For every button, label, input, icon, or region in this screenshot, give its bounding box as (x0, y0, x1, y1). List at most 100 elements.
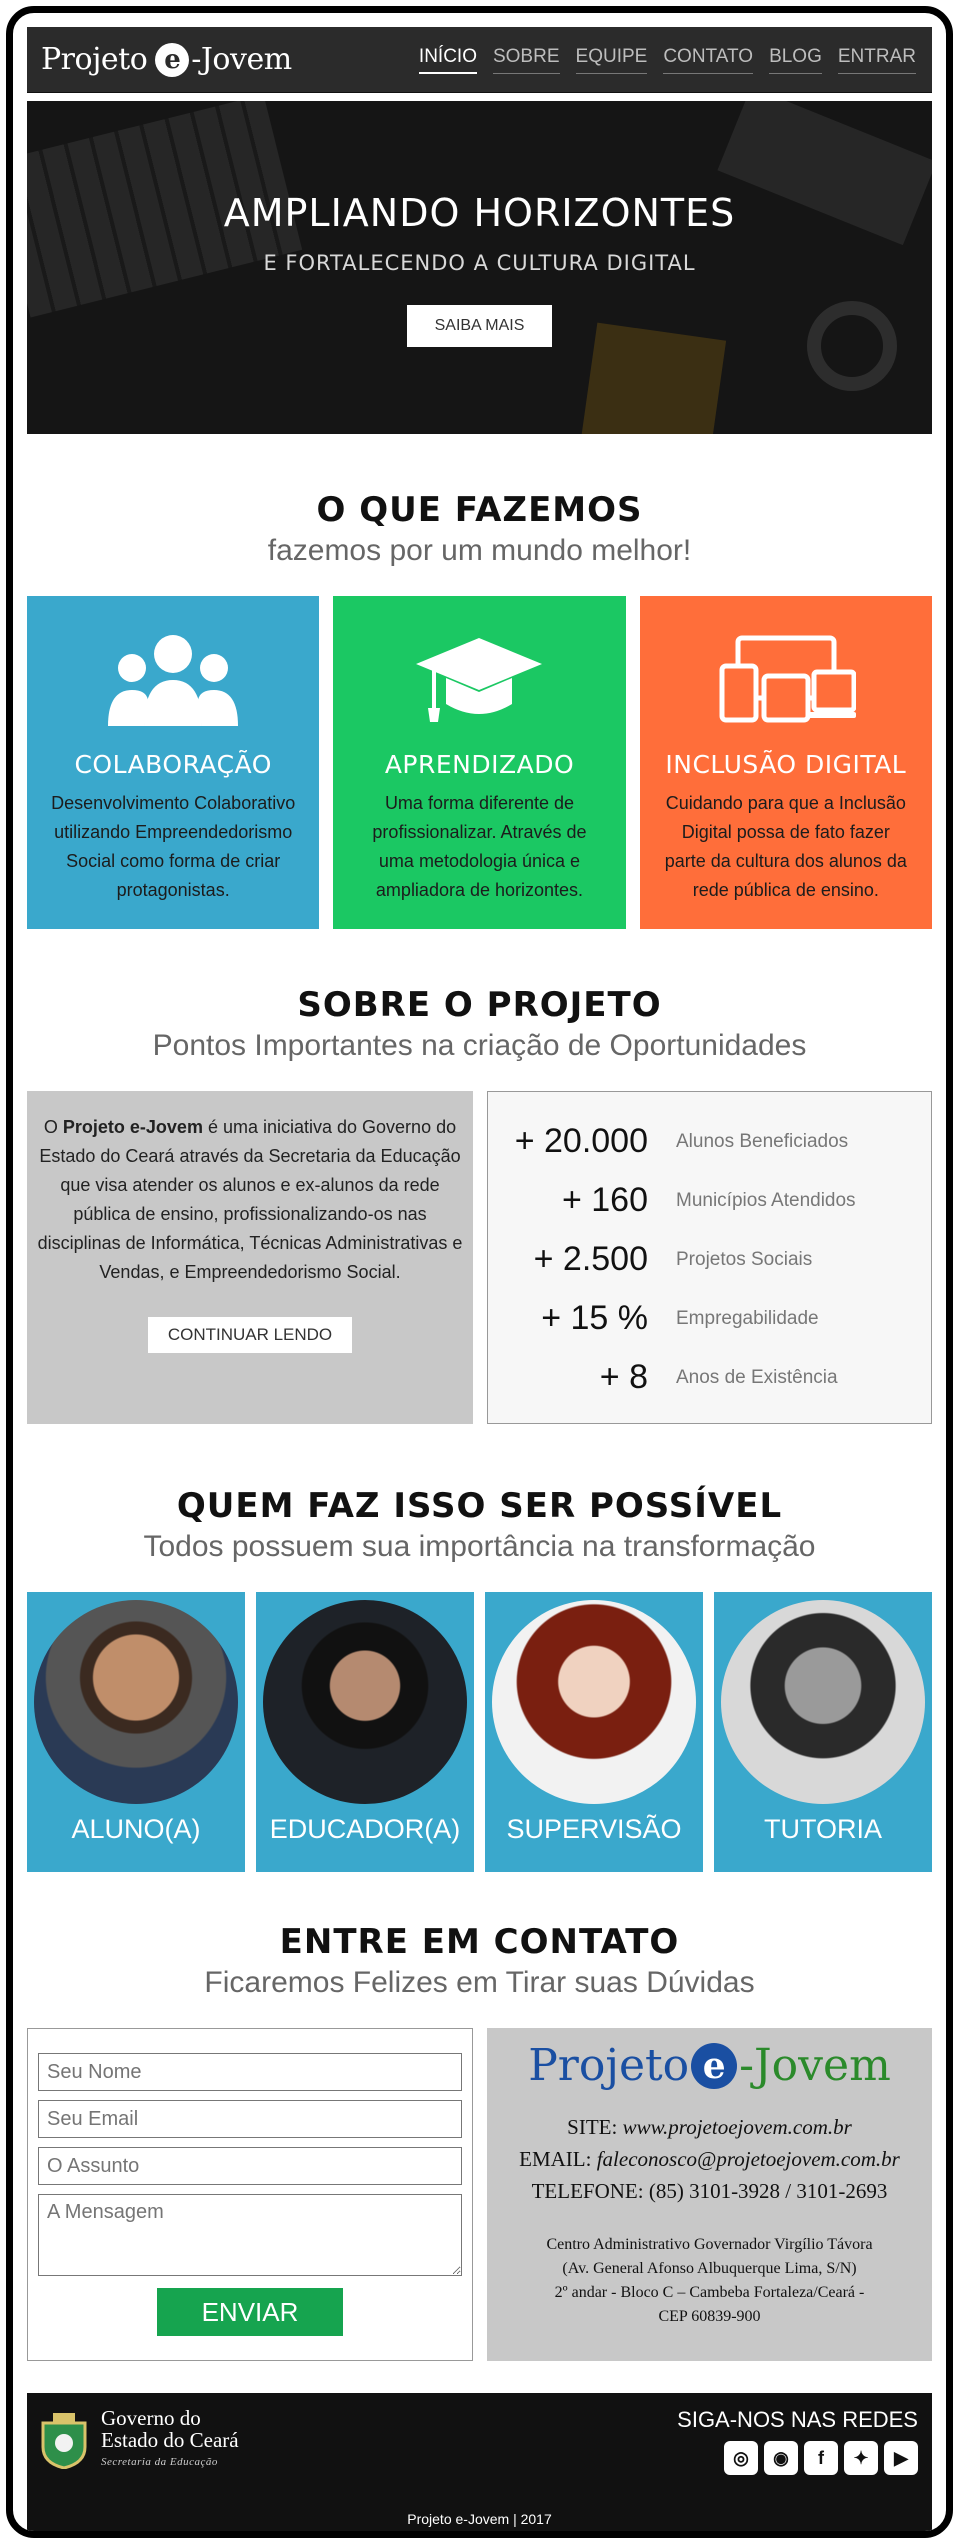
users-icon (108, 635, 239, 726)
stat-row: + 20.000 Alunos Beneficiados (488, 1112, 931, 1171)
nav-link-entrar[interactable]: ENTRAR (837, 46, 916, 74)
team-subtitle: Todos possuem sua importância na transfo… (143, 1530, 816, 1563)
instagram-icon[interactable]: ◉ (764, 2441, 798, 2475)
address-line: (Av. General Afonso Albuquerque Lima, S/… (562, 2260, 857, 2277)
what-subtitle: fazemos por um mundo melhor! (267, 534, 692, 567)
hero-content: AMPLIANDO HORIZONTES E FORTALECENDO A CU… (27, 191, 932, 347)
about-text-box: O Projeto e-Jovem é uma iniciativa do Go… (27, 1091, 473, 1424)
email-line: EMAIL: faleconosco@projetoejovem.com.br (487, 2143, 932, 2175)
team-card-supervisao[interactable]: SUPERVISÃO (485, 1592, 703, 1872)
name-input[interactable] (38, 2053, 462, 2091)
stat-value: + 20.000 (514, 1122, 648, 1160)
gov-line-1: Governo do (101, 2406, 201, 2430)
about-text-rest: é uma iniciativa do Governo do Estado do… (37, 1117, 463, 1282)
team-cards: ALUNO(A) EDUCADOR(A) SUPERVISÃO TUTORIA (27, 1592, 932, 1872)
government-text: Governo do Estado do Ceará Secretaria da… (101, 2407, 239, 2473)
contact-section: ENTRE EM CONTATO Ficaremos Felizes em Ti… (27, 1922, 932, 2361)
about-title: SOBRE O PROJETO (297, 985, 662, 1025)
feature-cards: COLABORAÇÃO Desenvolvimento Colaborativo… (27, 596, 932, 929)
stat-value: + 160 (561, 1181, 648, 1219)
site-line: SITE: www.projetoejovem.com.br (487, 2111, 932, 2143)
gov-line-3: Secretaria da Educação (101, 2456, 218, 2468)
stat-label: Empregabilidade (676, 1307, 819, 1329)
team-card-aluno[interactable]: ALUNO(A) (27, 1592, 245, 1872)
about-text-prefix: O (43, 1117, 63, 1137)
devices-icon (719, 635, 857, 723)
copyright: Projeto e-Jovem | 2017 (407, 2511, 552, 2527)
what-title: O QUE FAZEMOS (316, 490, 643, 530)
page-content: Projeto e -Jovem INÍCIO SOBRE EQUIPE CON… (27, 27, 932, 2531)
logo-text-right: -Jovem (191, 42, 292, 77)
card-inclusao-digital: INCLUSÃO DIGITAL Cuidando para que a Inc… (639, 596, 932, 929)
graduation-cap-icon (416, 638, 543, 722)
card-text: Uma forma diferente de profissionalizar.… (372, 793, 587, 900)
nav-link-equipe[interactable]: EQUIPE (575, 46, 648, 74)
twitter-icon[interactable]: ✦ (844, 2441, 878, 2475)
site-footer: Governo do Estado do Ceará Secretaria da… (27, 2393, 932, 2531)
brand-text-right: -Jovem (739, 2040, 891, 2091)
about-body: O Projeto e-Jovem é uma iniciativa do Go… (27, 1091, 932, 1424)
facebook-icon[interactable]: f (804, 2441, 838, 2475)
site-label: SITE: (567, 2115, 623, 2139)
what-we-do-section: O QUE FAZEMOS fazemos por um mundo melho… (27, 490, 932, 929)
email-link[interactable]: faleconosco@projetoejovem.com.br (597, 2147, 900, 2171)
card-title: COLABORAÇÃO (74, 750, 272, 779)
card-title: INCLUSÃO DIGITAL (665, 750, 907, 779)
card-aprendizado: APRENDIZADO Uma forma diferente de profi… (333, 596, 626, 929)
supervisao-photo (492, 1600, 696, 1804)
email-input[interactable] (38, 2100, 462, 2138)
card-text: Cuidando para que a Inclusão Digital pos… (664, 793, 907, 900)
stat-row: + 160 Municípios Atendidos (488, 1171, 931, 1230)
team-title: QUEM FAZ ISSO SER POSSÍVEL (176, 1486, 783, 1526)
about-paragraph: O Projeto e-Jovem é uma iniciativa do Go… (37, 1113, 463, 1287)
address-line: 2º andar - Bloco C – Cambeba Fortaleza/C… (554, 2284, 865, 2301)
tutoria-photo (721, 1600, 925, 1804)
team-card-educador[interactable]: EDUCADOR(A) (256, 1592, 474, 1872)
contact-brand-logo: Projeto e -Jovem (487, 2040, 932, 2091)
nav-link-sobre[interactable]: SOBRE (492, 46, 560, 74)
team-card-tutoria[interactable]: TUTORIA (714, 1592, 932, 1872)
send-button[interactable]: ENVIAR (157, 2288, 343, 2336)
globe-icon[interactable]: ◎ (724, 2441, 758, 2475)
contact-lines: SITE: www.projetoejovem.com.br EMAIL: fa… (487, 2111, 932, 2207)
stat-label: Anos de Existência (676, 1366, 838, 1388)
contact-form: ENVIAR (27, 2028, 473, 2361)
brand-e-mark: e (691, 2042, 738, 2089)
logo-text-left: Projeto (41, 42, 148, 77)
stats-box: + 20.000 Alunos Beneficiados + 160 Munic… (487, 1091, 932, 1424)
continuar-lendo-button[interactable]: CONTINUAR LENDO (147, 1317, 353, 1353)
social-icons: ◎ ◉ f ✦ ▶ (677, 2441, 918, 2475)
social-title: SIGA-NOS NAS REDES (677, 2407, 918, 2432)
nav-link-inicio[interactable]: INÍCIO (418, 46, 477, 74)
brand-text-left: Projeto (528, 2040, 690, 2091)
stat-value: + 15 % (541, 1299, 648, 1337)
gov-line-2: Estado do Ceará (101, 2428, 239, 2452)
nav-link-contato[interactable]: CONTATO (663, 46, 754, 74)
about-section: SOBRE O PROJETO Pontos Importantes na cr… (27, 985, 932, 1424)
site-logo[interactable]: Projeto e -Jovem (41, 42, 292, 77)
contact-info: Projeto e -Jovem SITE: www.projetoejovem… (487, 2028, 932, 2361)
hero-banner: AMPLIANDO HORIZONTES E FORTALECENDO A CU… (27, 101, 932, 434)
address-block: Centro Administrativo Governador Virgíli… (487, 2233, 932, 2329)
youtube-icon[interactable]: ▶ (884, 2441, 918, 2475)
stat-label: Projetos Sociais (676, 1248, 813, 1270)
phone-line: TELEFONE: (85) 3101-3928 / 3101-2693 (531, 2179, 888, 2203)
about-text-bold: Projeto e-Jovem (62, 1117, 203, 1137)
stat-label: Alunos Beneficiados (676, 1130, 849, 1152)
government-logo[interactable]: Governo do Estado do Ceará Secretaria da… (39, 2407, 239, 2473)
stat-row: + 15 % Empregabilidade (488, 1289, 931, 1348)
stat-value: + 2.500 (533, 1240, 648, 1278)
message-textarea[interactable] (38, 2194, 462, 2276)
subject-input[interactable] (38, 2147, 462, 2185)
stat-row: + 2.500 Projetos Sociais (488, 1230, 931, 1289)
ceara-seal-icon (41, 2413, 87, 2469)
card-colaboracao: COLABORAÇÃO Desenvolvimento Colaborativo… (27, 596, 320, 929)
top-navbar: Projeto e -Jovem INÍCIO SOBRE EQUIPE CON… (27, 27, 932, 93)
social-block: SIGA-NOS NAS REDES ◎ ◉ f ✦ ▶ (677, 2407, 918, 2475)
aluno-photo (34, 1600, 238, 1804)
saiba-mais-button[interactable]: SAIBA MAIS (406, 305, 553, 347)
address-line: CEP 60839-900 (658, 2308, 761, 2325)
nav-link-blog[interactable]: BLOG (769, 46, 822, 74)
about-subtitle: Pontos Importantes na criação de Oportun… (152, 1029, 807, 1062)
site-link[interactable]: www.projetoejovem.com.br (623, 2115, 852, 2139)
